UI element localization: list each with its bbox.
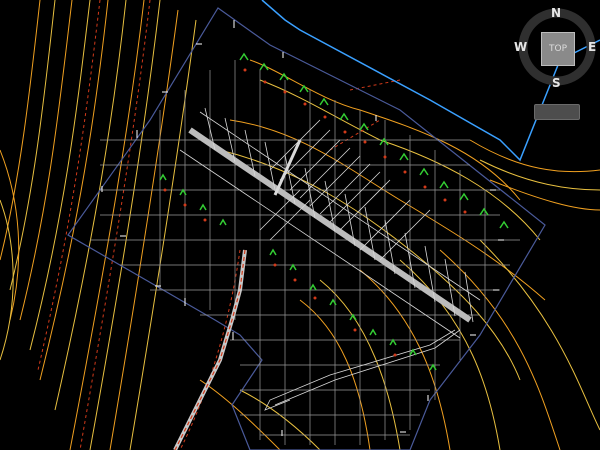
site-outline bbox=[67, 7, 546, 450]
drawing-canvas bbox=[0, 0, 600, 450]
viewcube-top-face[interactable]: TOP bbox=[541, 32, 575, 66]
survey-markers bbox=[101, 20, 504, 436]
viewcube-east-label[interactable]: E bbox=[588, 40, 596, 54]
viewcube-north-label[interactable]: N bbox=[551, 6, 561, 20]
viewcube-south-label[interactable]: S bbox=[552, 76, 561, 90]
wcs-menu-button[interactable] bbox=[534, 104, 580, 120]
red-contour-lines bbox=[37, 0, 401, 450]
grid-lines bbox=[90, 60, 520, 445]
contour-lines bbox=[0, 0, 600, 450]
viewcube-west-label[interactable]: W bbox=[514, 40, 527, 54]
drawing-viewport[interactable]: N S W E TOP bbox=[0, 0, 600, 450]
